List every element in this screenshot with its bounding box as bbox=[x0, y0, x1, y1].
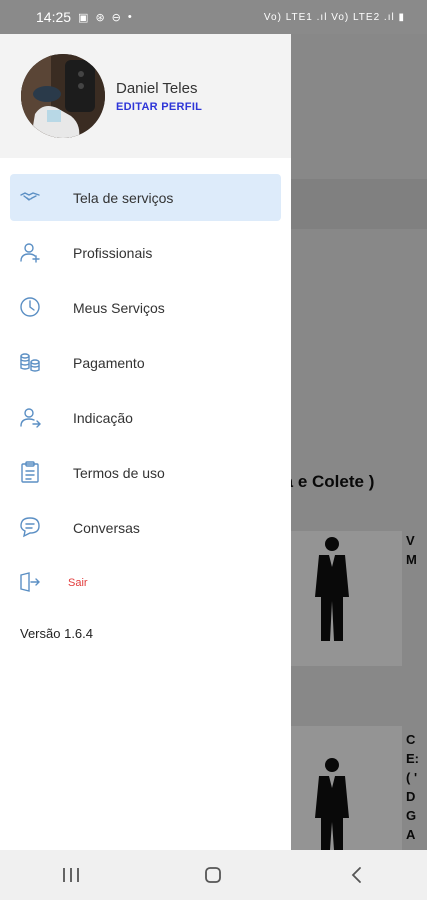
sync-icon: ⊛ bbox=[95, 11, 105, 24]
status-indicators: Vo) LTE1 .ıl Vo) LTE2 .ıl ▮ bbox=[263, 11, 405, 23]
menu-item-sair[interactable]: Sair bbox=[10, 559, 281, 606]
clock-text: 14:25 bbox=[36, 9, 72, 25]
user-refer-icon bbox=[20, 408, 41, 428]
menu-item-label: Profissionais bbox=[73, 244, 153, 261]
back-button[interactable] bbox=[326, 855, 386, 895]
home-button[interactable] bbox=[183, 855, 243, 895]
status-bar: 14:25 ▣ ⊛ ⊖ • Vo) LTE1 .ıl Vo) LTE2 .ıl … bbox=[0, 0, 427, 34]
logout-icon bbox=[20, 572, 40, 592]
recent-apps-button[interactable] bbox=[41, 855, 101, 895]
handshake-icon bbox=[20, 192, 40, 201]
dnd-icon: ⊖ bbox=[111, 11, 121, 24]
app-version: Versão 1.6.4 bbox=[20, 626, 93, 641]
screen: 14:25 ▣ ⊛ ⊖ • Vo) LTE1 .ıl Vo) LTE2 .ıl … bbox=[0, 0, 427, 900]
clock-icon bbox=[20, 297, 40, 317]
coins-icon bbox=[20, 353, 40, 372]
edit-profile-link[interactable]: EDITAR PERFIL bbox=[116, 101, 202, 113]
menu-item-conversas[interactable]: Conversas bbox=[10, 504, 281, 551]
back-icon bbox=[351, 867, 361, 883]
avatar-photo bbox=[21, 54, 105, 138]
user-add-icon bbox=[20, 243, 40, 263]
home-icon bbox=[205, 867, 222, 883]
menu-item-label: Termos de uso bbox=[73, 464, 165, 481]
menu-item-label: Meus Serviços bbox=[73, 299, 165, 316]
system-nav-bar bbox=[0, 850, 427, 900]
navigation-drawer: Daniel Teles EDITAR PERFIL Tela de servi… bbox=[0, 34, 291, 850]
menu-item-termos-de-uso[interactable]: Termos de uso bbox=[10, 449, 281, 496]
chat-icon bbox=[20, 517, 40, 538]
menu-item-tela-de-servicos[interactable]: Tela de serviços bbox=[10, 174, 281, 221]
menu-item-label: Tela de serviços bbox=[73, 189, 174, 206]
dot-icon: • bbox=[127, 11, 132, 23]
menu-item-indicacao[interactable]: Indicação bbox=[10, 394, 281, 441]
menu-item-label: Indicação bbox=[73, 409, 133, 426]
clipboard-icon bbox=[21, 461, 39, 483]
menu-item-meus-servicos[interactable]: Meus Serviços bbox=[10, 284, 281, 331]
menu-item-pagamento[interactable]: Pagamento bbox=[10, 339, 281, 386]
drawer-header: Daniel Teles EDITAR PERFIL bbox=[0, 34, 291, 158]
user-name: Daniel Teles bbox=[116, 80, 198, 97]
avatar[interactable] bbox=[21, 54, 105, 138]
menu-item-label: Conversas bbox=[73, 519, 140, 536]
image-icon: ▣ bbox=[78, 11, 89, 24]
menu-item-profissionais[interactable]: Profissionais bbox=[10, 229, 281, 276]
drawer-menu: Tela de serviços Profissionais Meus Serv… bbox=[0, 174, 291, 614]
menu-item-label: Sair bbox=[68, 576, 88, 589]
menu-item-label: Pagamento bbox=[73, 354, 145, 371]
recent-apps-icon bbox=[63, 868, 80, 882]
